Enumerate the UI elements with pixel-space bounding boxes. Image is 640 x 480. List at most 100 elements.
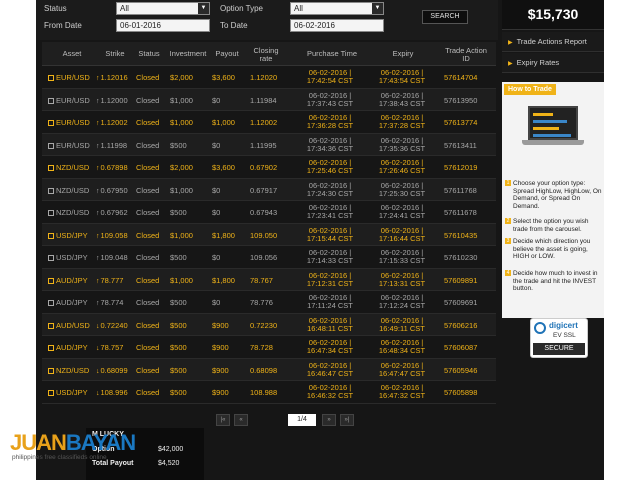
asset-flag-icon <box>48 255 54 261</box>
cell-purchase: 06-02-2016 | 17:11:24 CST <box>307 293 353 310</box>
arrow-up-icon: ↑ <box>96 75 100 82</box>
cell-closing: 108.988 <box>250 388 278 397</box>
cell-id: 57613774 <box>444 118 478 127</box>
cell-strike: ↓78.757 <box>96 343 124 352</box>
cell-closing: 1.12002 <box>250 118 278 127</box>
next-page-button[interactable]: » <box>322 414 336 426</box>
cell-id: 57609891 <box>444 275 478 285</box>
col-payout: Payout <box>215 49 239 58</box>
cell-status: Closed <box>136 118 160 127</box>
cell-expiry: 06-02-2016 | 16:48:34 CST <box>378 338 426 355</box>
table-row[interactable]: USD/JPY ↑109.058 Closed $1,000 $1,800 109.050… <box>42 223 496 246</box>
arrow-up-icon: ↑ <box>96 210 100 217</box>
nav-trade-actions-report[interactable]: ▶ Trade Actions Report <box>502 32 604 52</box>
table-row[interactable]: NZD/USD ↑0.67950 Closed $1,000 $0 0.67917 06-0… <box>42 178 496 201</box>
table-row[interactable]: USD/JPY ↓108.996 Closed $500 $900 108.988 06-0… <box>42 381 496 404</box>
cell-status: Closed <box>136 230 160 240</box>
cell-strike: ↓0.72240 <box>96 320 128 330</box>
cell-payout: $900 <box>212 388 229 397</box>
cell-strike: ↑0.67962 <box>96 208 128 217</box>
table-row[interactable]: EUR/USD ↑1.11998 Closed $500 $0 1.11995 06-02-… <box>42 133 496 156</box>
cell-id: 57610230 <box>444 253 478 262</box>
table-row[interactable]: EUR/USD ↑1.12000 Closed $1,000 $0 1.11984 06-0… <box>42 88 496 111</box>
cell-expiry: 06-02-2016 | 17:38:43 CST <box>378 90 426 108</box>
col-investment: Investment <box>169 49 207 58</box>
arrow-right-icon: ▶ <box>508 61 513 67</box>
table-row[interactable]: NZD/USD ↑0.67898 Closed $2,000 $3,600 0.67902… <box>42 156 496 179</box>
cell-payout: $1,000 <box>212 118 235 127</box>
arrow-down-icon: ↓ <box>96 390 100 397</box>
nav-expiry-rates[interactable]: ▶ Expiry Rates <box>502 53 604 73</box>
cell-payout: $3,600 <box>212 163 235 172</box>
col-closing-rate: Closing rate <box>253 46 279 63</box>
table-row[interactable]: AUD/USD ↓0.72240 Closed $500 $900 0.72230 06-0… <box>42 313 496 336</box>
cell-purchase: 06-02-2016 | 17:24:30 CST <box>306 180 354 198</box>
arrow-up-icon: ↑ <box>96 232 100 240</box>
cell-status: Closed <box>136 343 160 352</box>
cell-payout: $1,800 <box>212 275 235 285</box>
cell-investment: $2,000 <box>170 163 193 172</box>
digicert-badge[interactable]: digicert EV SSL SECURE <box>530 318 588 358</box>
cell-asset: AUD/USD <box>48 321 96 330</box>
cell-purchase: 06-02-2016 | 16:48:11 CST <box>307 315 353 333</box>
status-select[interactable]: All ▼ <box>116 2 210 15</box>
cell-status: Closed <box>136 365 160 375</box>
cell-id: 57611678 <box>444 208 477 217</box>
arrow-up-icon: ↑ <box>96 187 100 195</box>
cell-closing: 0.67902 <box>250 163 278 172</box>
cell-status: Closed <box>136 185 160 195</box>
cell-status: Closed <box>136 298 160 307</box>
cell-investment: $1,000 <box>170 230 193 240</box>
prev-page-button[interactable]: « <box>234 414 248 426</box>
asset-flag-icon <box>48 232 54 239</box>
cell-expiry: 06-02-2016 | 17:26:46 CST <box>378 158 426 175</box>
from-date-input[interactable]: 06-01-2016 <box>116 19 210 32</box>
col-status: Status <box>138 49 160 58</box>
cell-expiry: 06-02-2016 | 17:37:28 CST <box>378 113 426 130</box>
asset-flag-icon <box>48 300 54 306</box>
cell-investment: $500 <box>170 365 187 375</box>
cell-payout: $0 <box>212 95 221 105</box>
cell-strike: ↓108.996 <box>96 388 128 397</box>
cell-closing: 109.050 <box>250 230 278 240</box>
cell-payout: $0 <box>212 208 221 217</box>
cell-id: 57610435 <box>444 230 478 240</box>
asset-flag-icon <box>48 187 54 194</box>
table-row[interactable]: NZD/USD ↑0.67962 Closed $500 $0 0.67943 06-02-… <box>42 201 496 224</box>
cell-asset: EUR/USD <box>48 141 96 150</box>
cell-status: Closed <box>136 253 160 262</box>
table-row[interactable]: AUD/JPY ↑78.777 Closed $1,000 $1,800 78.767 06… <box>42 268 496 291</box>
table-row[interactable]: AUD/JPY ↓78.757 Closed $500 $900 78.728 06-02-… <box>42 336 496 359</box>
col-trade-action-id: Trade Action ID <box>445 46 487 63</box>
first-page-button[interactable]: |« <box>216 414 230 426</box>
table-row[interactable]: EUR/USD ↑1.12002 Closed $1,000 $1,000 1.12002… <box>42 111 496 134</box>
arrow-up-icon: ↑ <box>96 255 100 262</box>
option-type-select[interactable]: All ▼ <box>290 2 384 15</box>
table-header: Asset Strike Status Investment Payout Cl… <box>42 42 496 66</box>
table-row[interactable]: USD/JPY ↑109.048 Closed $500 $0 109.056 06-02-… <box>42 246 496 269</box>
arrow-up-icon: ↑ <box>96 142 100 150</box>
arrow-up-icon: ↑ <box>96 277 100 285</box>
cell-closing: 0.67917 <box>250 185 278 195</box>
table-row[interactable]: EUR/USD ↑1.12016 Closed $2,000 $3,600 1.12020… <box>42 66 496 89</box>
trade-history-table: Asset Strike Status Investment Payout Cl… <box>42 42 496 404</box>
trading-app: Status All ▼ Option Type All ▼ From Date… <box>36 0 604 480</box>
search-button[interactable]: SEARCH <box>422 10 468 24</box>
table-row[interactable]: AUD/JPY ↑78.774 Closed $500 $0 78.776 06-02-20… <box>42 291 496 314</box>
page-number-input[interactable]: 1/4 <box>288 414 316 426</box>
cell-expiry: 06-02-2016 | 17:12:24 CST <box>378 293 426 310</box>
cell-strike: ↑78.774 <box>96 298 124 307</box>
to-date-input[interactable]: 06-02-2016 <box>290 19 384 32</box>
cell-payout: $1,800 <box>212 230 235 240</box>
chevron-down-icon: ▼ <box>372 3 383 14</box>
cell-closing: 0.72230 <box>250 320 278 330</box>
asset-flag-icon <box>48 142 54 149</box>
how-to-step-2: 2 Select the option you wish trade from t… <box>505 218 589 233</box>
asset-flag-icon <box>48 322 54 329</box>
lock-icon: SECURE <box>533 343 585 355</box>
table-row[interactable]: NZD/USD ↓0.68099 Closed $500 $900 0.68098 06-0… <box>42 358 496 381</box>
cell-asset: EUR/USD <box>48 73 96 82</box>
juanbayan-watermark: JUANBAYAN philippines free classifieds o… <box>10 430 136 461</box>
how-to-step-4: 4 Decide how much to invest in the trade … <box>505 270 598 292</box>
last-page-button[interactable]: »| <box>340 414 354 426</box>
